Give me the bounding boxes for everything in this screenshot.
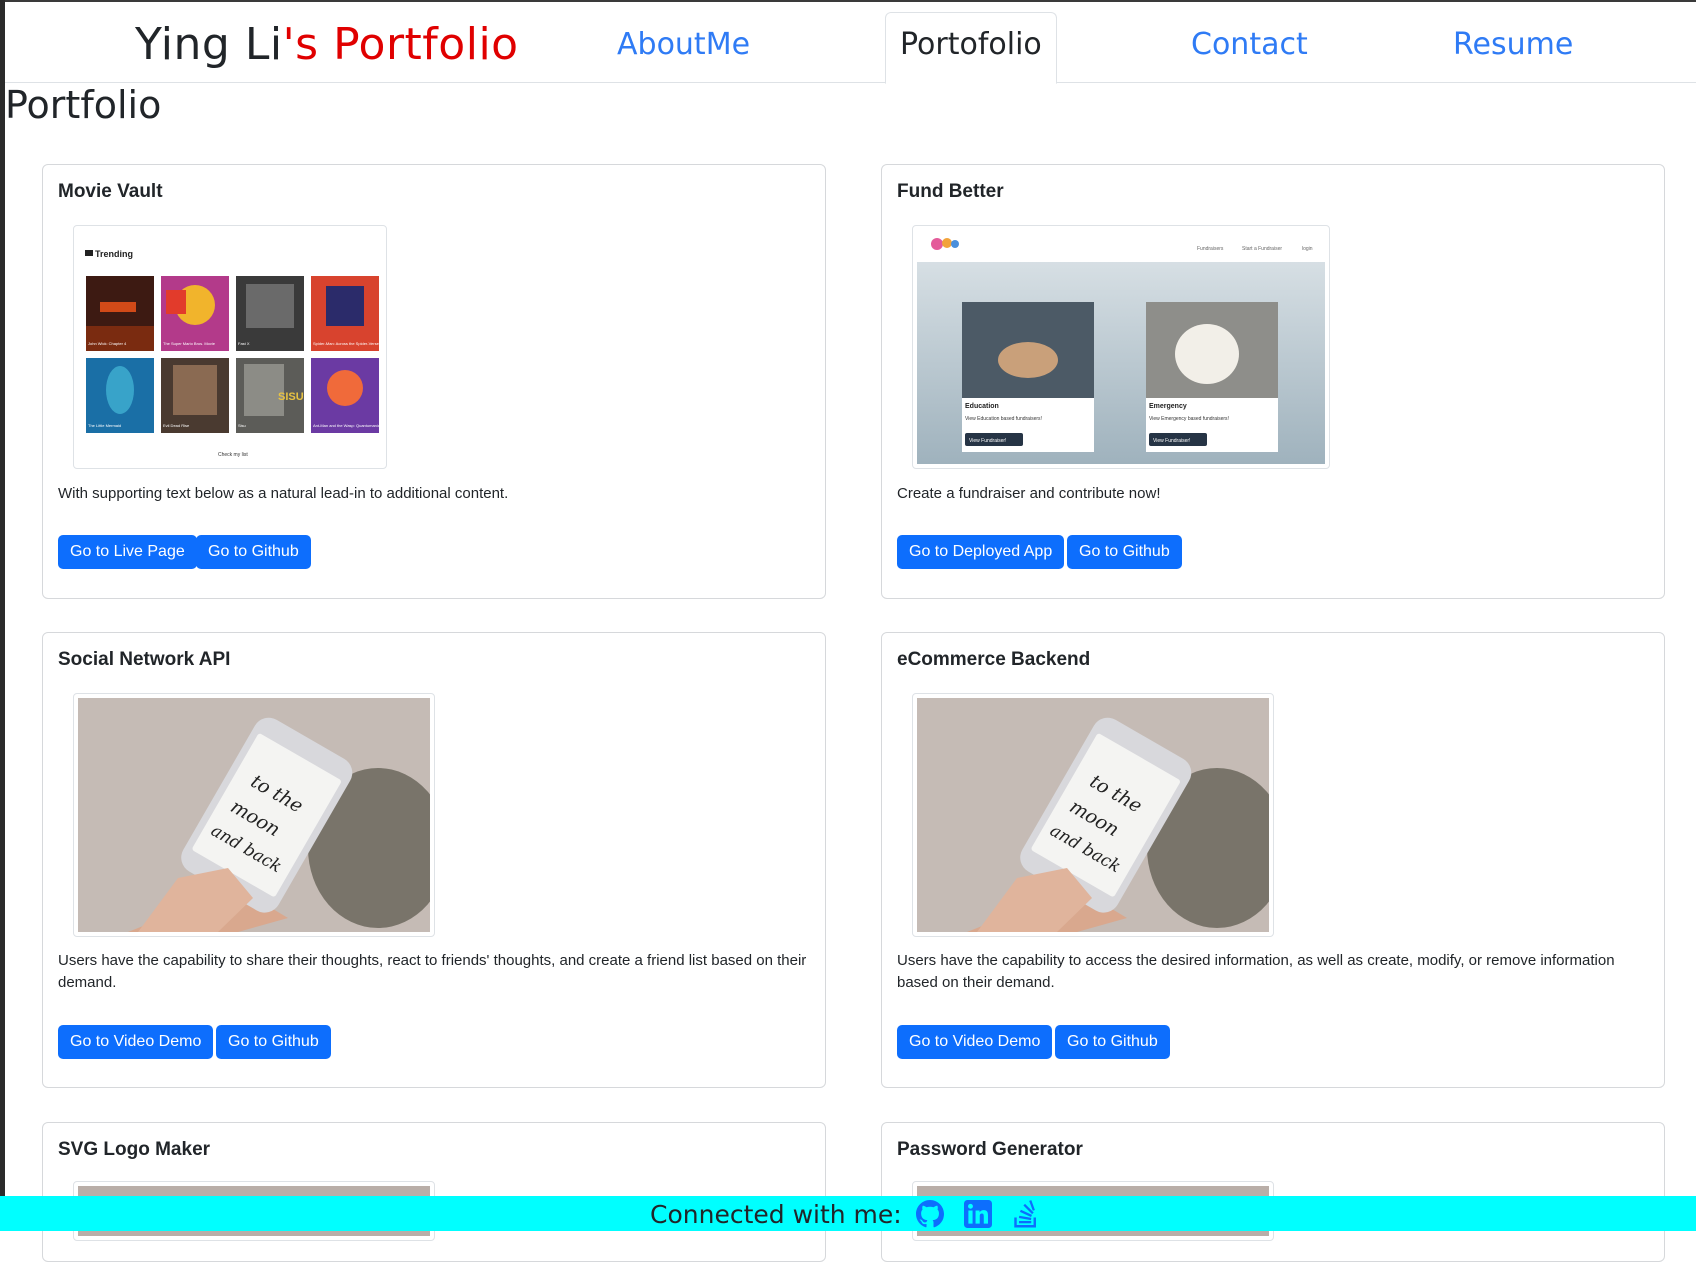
github-button[interactable]: Go to Github (216, 1025, 331, 1059)
phone-photo: to the moon and back (917, 698, 1273, 932)
github-button[interactable]: Go to Github (196, 535, 311, 569)
fb-card-text: View Education based fundraisers! (965, 416, 1042, 422)
project-thumbnail: Trending John Wick: Chapter 4 The Super … (73, 225, 387, 469)
project-card-svg-logo-maker: SVG Logo Maker (42, 1122, 826, 1262)
fund-better-screenshot: Fundraisers Start a Fundraiser login Edu… (917, 230, 1325, 464)
poster-caption: Sisu (238, 423, 246, 428)
deployed-app-button[interactable]: Go to Deployed App (897, 535, 1065, 569)
project-card-movie-vault: Movie Vault Trending John Wick: Chapter … (42, 164, 826, 599)
poster-caption: The Super Mario Bros. Movie (163, 341, 216, 346)
live-page-button[interactable]: Go to Live Page (58, 535, 197, 569)
card-description: With supporting text below as a natural … (58, 485, 509, 502)
card-title: Fund Better (897, 181, 1004, 202)
card-title: SVG Logo Maker (58, 1139, 211, 1160)
poster-caption: Ant-Man and the Wasp: Quantumania (313, 423, 381, 428)
fb-card-title: Education (965, 403, 999, 410)
linkedin-icon[interactable] (964, 1200, 992, 1228)
fb-card-title: Emergency (1149, 403, 1187, 410)
project-thumbnail: to the moon and back (912, 693, 1274, 937)
video-demo-button[interactable]: Go to Video Demo (897, 1025, 1053, 1059)
brand-name: Ying Li (135, 19, 283, 70)
project-card-password-generator: Password Generator (881, 1122, 1665, 1262)
site-menu-item: Fundraisers (1197, 246, 1224, 252)
nav-link-contact[interactable]: Contact (1191, 20, 1308, 70)
trending-heading: Trending (95, 249, 133, 259)
footer-text: Connected with me: (650, 1200, 902, 1229)
window-left-edge (0, 0, 5, 1231)
poster-caption: Evil Dead Rise (163, 423, 190, 428)
fb-card-button: View Fundraiser! (969, 438, 1006, 444)
nav-link-resume[interactable]: Resume (1453, 20, 1573, 70)
poster-caption: The Little Mermaid (88, 423, 121, 428)
poster-word: SISU (278, 391, 304, 403)
phone-photo: to the moon and back (78, 698, 434, 932)
nav-link-aboutme[interactable]: AboutMe (617, 20, 750, 70)
nav-link-portfolio[interactable]: Portofolio (885, 12, 1057, 84)
card-description: Users have the capability to share their… (58, 952, 807, 991)
poster-caption: Fast X (238, 341, 250, 346)
movie-vault-screenshot: Trending John Wick: Chapter 4 The Super … (78, 230, 382, 464)
project-card-ecommerce-backend: eCommerce Backend to the moon and back U… (881, 632, 1665, 1088)
poster-caption: Spider-Man: Across the Spider-Verse (313, 341, 380, 346)
video-demo-button[interactable]: Go to Video Demo (58, 1025, 214, 1059)
poster-caption: John Wick: Chapter 4 (88, 341, 127, 346)
card-title: Social Network API (58, 649, 231, 670)
project-thumbnail: to the moon and back (73, 693, 435, 937)
card-title: eCommerce Backend (897, 649, 1091, 670)
project-card-fund-better: Fund Better Fundraisers Start a Fundrais… (881, 164, 1665, 599)
site-menu-item: Start a Fundraiser (1242, 246, 1282, 252)
github-button[interactable]: Go to Github (1067, 535, 1182, 569)
brand-suffix: 's Portfolio (282, 19, 519, 70)
card-description: Create a fundraiser and contribute now! (897, 485, 1161, 502)
github-button[interactable]: Go to Github (1055, 1025, 1170, 1059)
stackoverflow-icon[interactable] (1012, 1200, 1040, 1228)
brand-title[interactable]: Ying Li's Portfolio (135, 16, 519, 74)
navbar: Ying Li's Portfolio AboutMe Portofolio C… (5, 2, 1696, 84)
footer: Connected with me: (0, 1196, 1696, 1231)
card-title: Password Generator (897, 1139, 1083, 1160)
fb-card-text: View Emergency based fundraisers! (1149, 416, 1229, 422)
fb-card-button: View Fundraiser! (1153, 438, 1190, 444)
project-card-social-network-api: Social Network API to the moon and back … (42, 632, 826, 1088)
site-menu-item: login (1302, 246, 1313, 252)
check-list-link: Check my list (218, 452, 248, 458)
page-title: Portfolio (5, 83, 162, 127)
card-title: Movie Vault (58, 181, 163, 202)
card-description: Users have the capability to access the … (897, 952, 1615, 991)
project-thumbnail: Fundraisers Start a Fundraiser login Edu… (912, 225, 1330, 469)
github-icon[interactable] (916, 1200, 944, 1228)
